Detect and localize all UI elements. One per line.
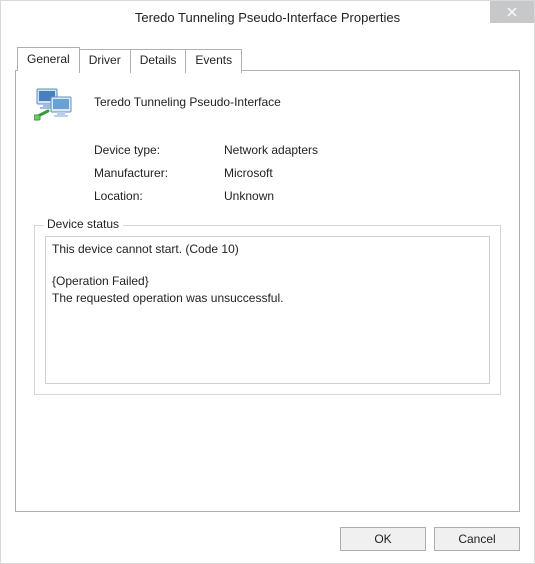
device-status-text[interactable]: This device cannot start. (Code 10) {Ope… [45,236,490,384]
tab-general[interactable]: General [17,47,80,71]
prop-row-manufacturer: Manufacturer: Microsoft [94,166,501,180]
content-area: General Driver Details Events [1,33,534,512]
prop-row-type: Device type: Network adapters [94,143,501,157]
tab-events[interactable]: Events [185,49,242,73]
close-icon [507,7,517,17]
location-label: Location: [94,189,224,203]
prop-row-location: Location: Unknown [94,189,501,203]
device-status-fieldset: Device status This device cannot start. … [34,225,501,395]
tab-strip: General Driver Details Events [17,47,520,71]
device-type-label: Device type: [94,143,224,157]
cancel-button[interactable]: Cancel [434,527,520,551]
properties-dialog: Teredo Tunneling Pseudo-Interface Proper… [0,0,535,564]
device-name: Teredo Tunneling Pseudo-Interface [94,89,281,109]
manufacturer-value: Microsoft [224,166,273,180]
manufacturer-label: Manufacturer: [94,166,224,180]
titlebar: Teredo Tunneling Pseudo-Interface Proper… [1,1,534,33]
device-header: Teredo Tunneling Pseudo-Interface [34,89,501,123]
close-button[interactable] [490,1,534,23]
location-value: Unknown [224,189,274,203]
window-title: Teredo Tunneling Pseudo-Interface Proper… [1,10,534,25]
tab-driver[interactable]: Driver [79,49,131,73]
network-adapter-icon [34,87,74,123]
tab-panel-general: Teredo Tunneling Pseudo-Interface Device… [15,70,520,512]
device-properties: Device type: Network adapters Manufactur… [94,143,501,203]
dialog-footer: OK Cancel [340,527,520,551]
device-status-legend: Device status [43,217,123,231]
tab-details[interactable]: Details [130,49,187,73]
device-type-value: Network adapters [224,143,318,157]
ok-button[interactable]: OK [340,527,426,551]
